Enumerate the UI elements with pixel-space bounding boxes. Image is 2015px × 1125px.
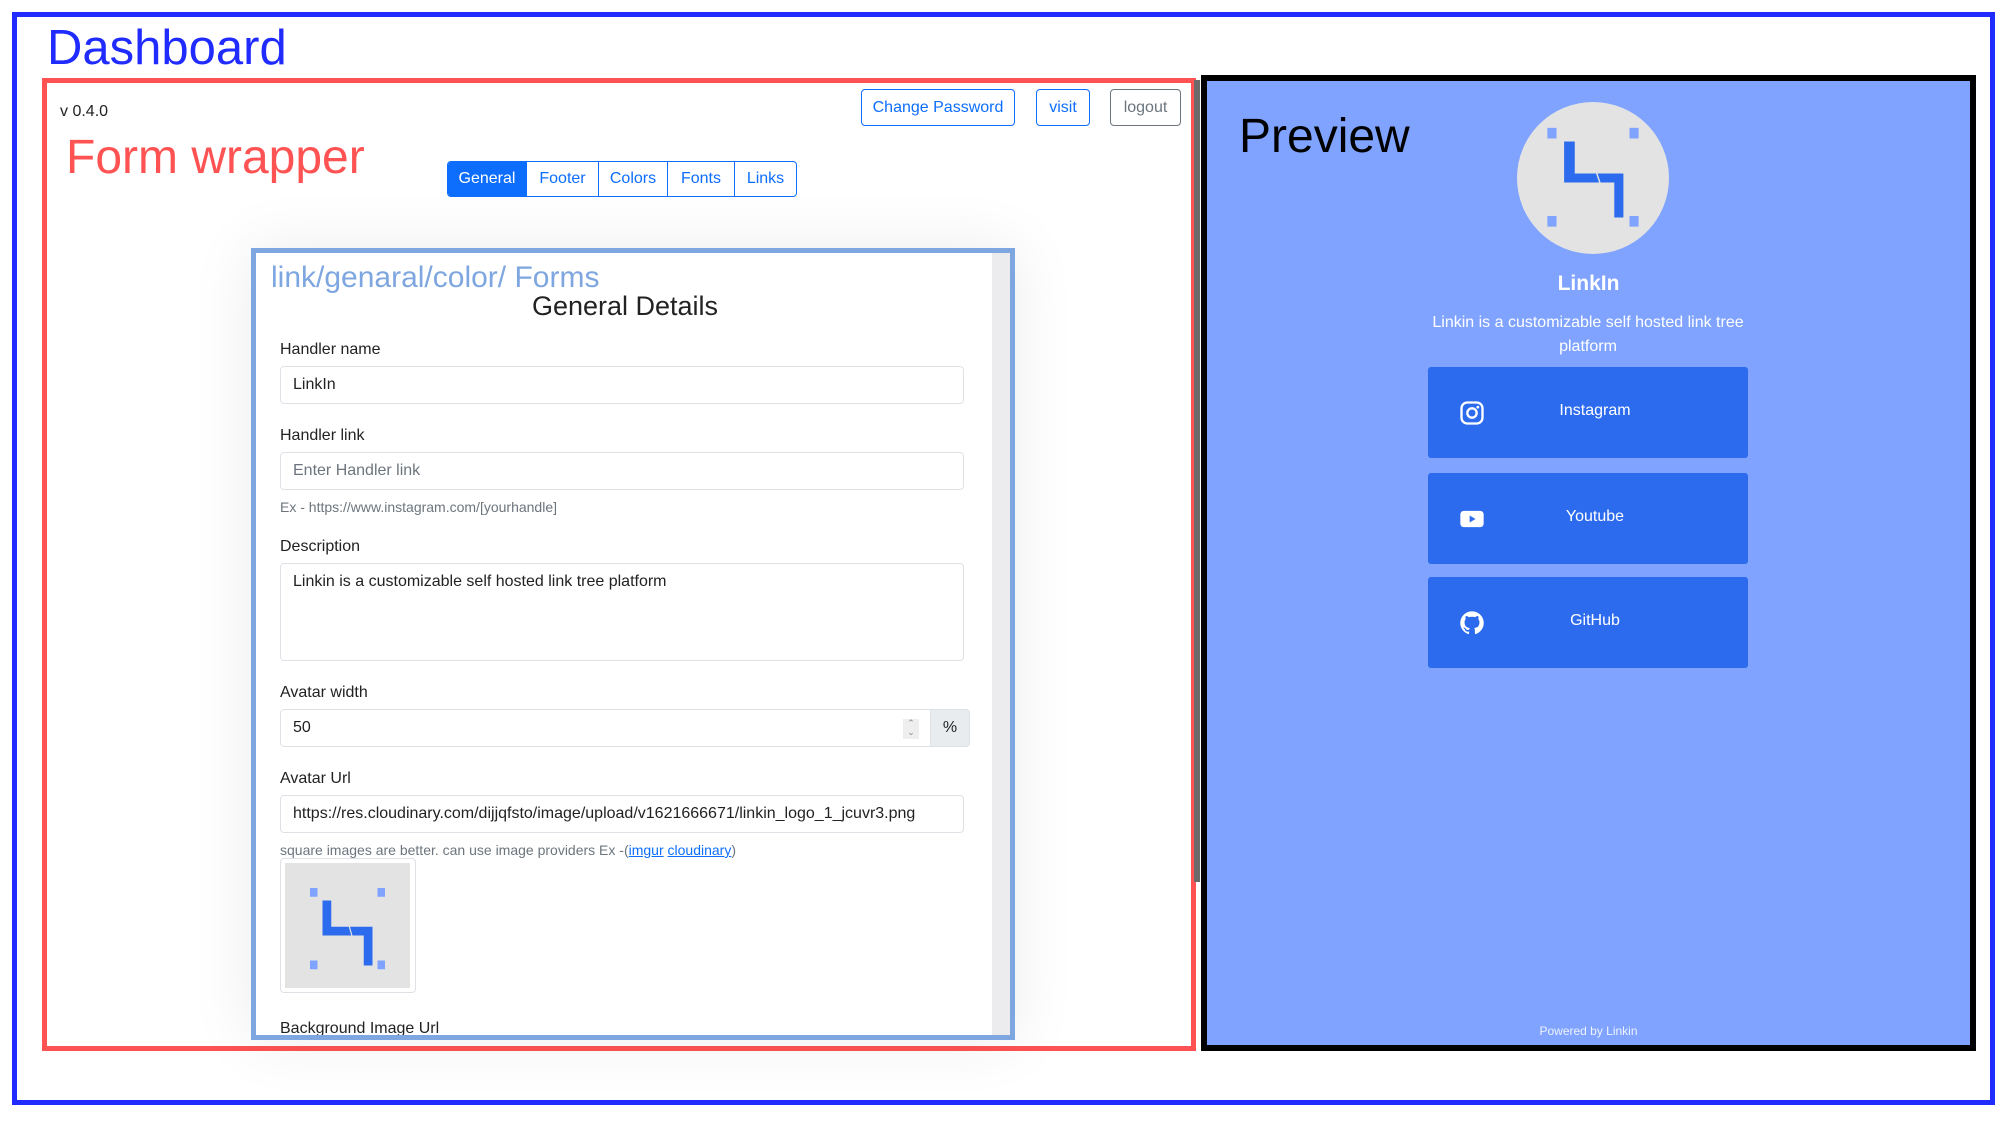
cloudinary-link[interactable]: cloudinary xyxy=(668,842,732,858)
github-label: GitHub xyxy=(1570,612,1620,629)
percent-addon: % xyxy=(930,709,970,747)
logout-button[interactable]: logout xyxy=(1110,89,1181,126)
description-textarea[interactable]: Linkin is a customizable self hosted lin… xyxy=(280,563,964,661)
powered-by-footer: Powered by Linkin xyxy=(1539,1024,1638,1038)
avatar-help-suffix: ) xyxy=(731,842,737,858)
description-value: Linkin is a customizable self hosted lin… xyxy=(293,573,667,590)
avatar-url-help: square images are better. can use image … xyxy=(280,842,736,858)
preview-link-instagram[interactable]: Instagram xyxy=(1428,367,1748,458)
form-wrapper-annotation: Form wrapper xyxy=(66,131,365,184)
handler-link-help: Ex - https://www.instagram.com/[yourhand… xyxy=(280,499,557,515)
preview-link-github[interactable]: GitHub xyxy=(1428,577,1748,668)
form-breadcrumb-annotation: link/genaral/color/ Forms xyxy=(271,261,600,294)
tab-bar: General Footer Colors Fonts Links xyxy=(447,161,797,197)
tab-general[interactable]: General xyxy=(448,162,527,196)
tab-fonts[interactable]: Fonts xyxy=(668,162,735,196)
handler-name-value: LinkIn xyxy=(293,376,336,393)
number-stepper-icon[interactable]: ⌃ ⌄ xyxy=(903,719,919,739)
handler-name-label: Handler name xyxy=(280,341,381,358)
avatar-help-text: square images are better. can use image … xyxy=(280,842,629,858)
avatar-url-value: https://res.cloudinary.com/dijjqfsto/ima… xyxy=(293,805,916,822)
avatar-width-label: Avatar width xyxy=(280,684,368,701)
tab-footer[interactable]: Footer xyxy=(527,162,599,196)
form-wrapper-scrollbar[interactable] xyxy=(1194,80,1200,882)
preview-description: Linkin is a customizable self hosted lin… xyxy=(1432,314,1744,355)
background-image-url-label: Background Image Url xyxy=(280,1020,440,1037)
preview-panel: Preview LinkIn Linkin is a customizable … xyxy=(1201,75,1976,1051)
preview-annotation: Preview xyxy=(1239,110,1410,163)
tab-colors[interactable]: Colors xyxy=(599,162,668,196)
handler-link-placeholder: Enter Handler link xyxy=(293,462,421,479)
avatar-thumbnail xyxy=(280,858,416,993)
tab-links[interactable]: Links xyxy=(735,162,796,196)
avatar-url-label: Avatar Url xyxy=(280,770,351,787)
avatar-width-value: 50 xyxy=(293,719,311,736)
dashboard-annotation: Dashboard xyxy=(47,21,287,75)
imgur-link[interactable]: imgur xyxy=(629,842,664,858)
youtube-label: Youtube xyxy=(1565,508,1625,525)
avatar-width-input[interactable]: 50 ⌃ ⌄ xyxy=(280,709,932,747)
linkin-logo-icon xyxy=(285,863,410,988)
change-password-button[interactable]: Change Password xyxy=(861,89,1015,126)
description-label: Description xyxy=(280,538,361,555)
handler-link-input[interactable]: Enter Handler link xyxy=(280,452,964,490)
general-form-card: link/genaral/color/ Forms General Detail… xyxy=(251,248,1015,1040)
visit-button[interactable]: visit xyxy=(1036,89,1090,126)
instagram-label: Instagram xyxy=(1559,402,1631,419)
avatar-url-input[interactable]: https://res.cloudinary.com/dijjqfsto/ima… xyxy=(280,795,964,833)
preview-name: LinkIn xyxy=(1557,272,1620,295)
preview-avatar xyxy=(1517,102,1669,254)
version-label: v 0.4.0 xyxy=(60,103,109,120)
form-title: General Details xyxy=(531,291,719,321)
linkin-logo-icon xyxy=(1547,127,1639,227)
form-card-scrollbar[interactable] xyxy=(992,253,1010,1035)
preview-link-youtube[interactable]: Youtube xyxy=(1428,473,1748,564)
handler-name-input[interactable]: LinkIn xyxy=(280,366,964,404)
handler-link-label: Handler link xyxy=(280,427,365,444)
